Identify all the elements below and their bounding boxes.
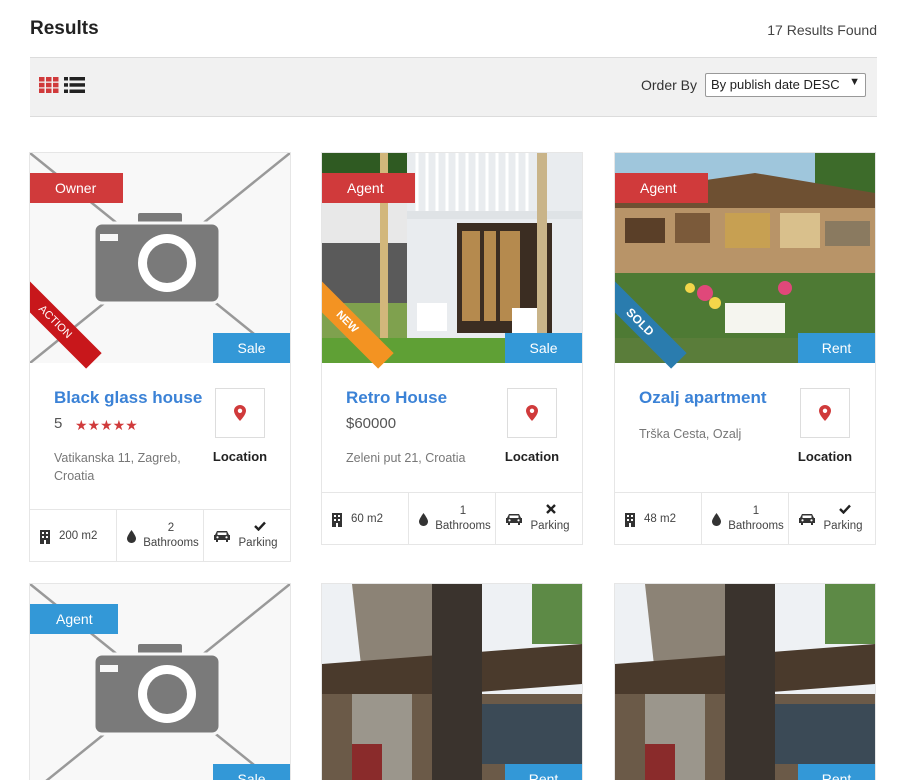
dropdown-arrow-icon: ▼: [849, 76, 860, 88]
building-icon: [40, 530, 50, 544]
property-features: 60 m2 1 Bathrooms Parking: [322, 492, 582, 544]
agent-tag: Agent: [30, 604, 118, 634]
water-drop-icon: [419, 513, 428, 526]
grid-view-icon[interactable]: [39, 77, 59, 93]
building-icon: [332, 513, 342, 527]
area-value: 60 m2: [351, 513, 383, 525]
location-label: Location: [504, 449, 560, 464]
bathrooms-label: Bathrooms: [143, 537, 199, 549]
location-button[interactable]: [800, 388, 850, 438]
location-button[interactable]: [215, 388, 265, 438]
property-title[interactable]: Black glass house: [54, 388, 202, 408]
area-value: 200 m2: [59, 530, 98, 542]
property-image[interactable]: [615, 584, 875, 780]
bathrooms-count: 1: [459, 505, 467, 517]
bathrooms-count: 1: [752, 505, 760, 517]
order-by-select[interactable]: By publish date DESC ▼: [705, 73, 866, 97]
check-icon: [254, 521, 266, 531]
property-card[interactable]: Owner ACTION Sale Black glass house 5 ★★…: [29, 152, 291, 562]
results-count: 17 Results Found: [767, 22, 877, 38]
listing-type-badge: Rent: [798, 764, 875, 780]
owner-tag: Owner: [30, 173, 123, 203]
agent-tag: Agent: [322, 173, 415, 203]
property-image[interactable]: [322, 584, 582, 780]
agent-tag: Agent: [615, 173, 708, 203]
order-by-label: Order By: [641, 77, 698, 93]
property-title[interactable]: Retro House: [346, 388, 447, 408]
property-address: Vatikanska 11, Zagreb, Croatia: [54, 451, 181, 483]
order-by-value: By publish date DESC: [711, 77, 840, 92]
rating-stars: ★★★★★: [75, 417, 138, 433]
property-price: $60000: [346, 415, 397, 432]
water-drop-icon: [712, 513, 721, 526]
parking-feature: Parking: [496, 493, 582, 544]
water-drop-icon: [127, 530, 136, 543]
bathrooms-feature: 1 Bathrooms: [409, 493, 496, 544]
property-card[interactable]: Rent: [321, 583, 583, 780]
property-title[interactable]: Ozalj apartment: [639, 388, 767, 408]
property-address: Trška Cesta, Ozalj: [639, 427, 742, 441]
bathrooms-feature: 2 Bathrooms: [117, 510, 204, 561]
cross-icon: [546, 504, 556, 514]
area-feature: 48 m2: [615, 493, 702, 544]
property-card[interactable]: Rent: [614, 583, 876, 780]
area-feature: 60 m2: [322, 493, 409, 544]
map-marker-icon: [526, 405, 538, 421]
property-card[interactable]: Agent Sale: [29, 583, 291, 780]
parking-feature: Parking: [789, 493, 875, 544]
house-photo: [322, 584, 582, 780]
area-value: 48 m2: [644, 513, 676, 525]
bathrooms-count: 2: [167, 522, 175, 534]
listing-type-badge: Sale: [213, 764, 290, 780]
bathrooms-label: Bathrooms: [728, 520, 784, 532]
property-features: 200 m2 2 Bathrooms Parking: [30, 509, 290, 561]
listing-type-badge: Rent: [798, 333, 875, 363]
results-toolbar: Order By By publish date DESC ▼: [30, 57, 877, 117]
listing-type-badge: Sale: [505, 333, 582, 363]
list-view-icon[interactable]: [64, 77, 85, 93]
bathrooms-feature: 1 Bathrooms: [702, 493, 789, 544]
property-features: 48 m2 1 Bathrooms Parking: [615, 492, 875, 544]
parking-label: Parking: [823, 520, 863, 532]
map-marker-icon: [819, 405, 831, 421]
area-feature: 200 m2: [30, 510, 117, 561]
parking-label: Parking: [238, 537, 278, 549]
listing-type-badge: Rent: [505, 764, 582, 780]
page-title: Results: [30, 18, 99, 39]
location-button[interactable]: [507, 388, 557, 438]
house-photo: [615, 584, 875, 780]
map-marker-icon: [234, 405, 246, 421]
building-icon: [625, 513, 635, 527]
parking-feature: Parking: [204, 510, 290, 561]
bathrooms-label: Bathrooms: [435, 520, 491, 532]
property-address: Zeleni put 21, Croatia: [346, 451, 466, 465]
property-card[interactable]: Agent NEW Sale Retro House $60000 Zeleni…: [321, 152, 583, 545]
listing-type-badge: Sale: [213, 333, 290, 363]
parking-label: Parking: [530, 520, 570, 532]
location-label: Location: [797, 449, 853, 464]
rating-value: 5: [54, 415, 63, 432]
check-icon: [839, 504, 851, 514]
property-card[interactable]: Agent SOLD Rent Ozalj apartment Trška Ce…: [614, 152, 876, 545]
results-header: Results 17 Results Found: [30, 18, 877, 44]
location-label: Location: [212, 449, 268, 464]
